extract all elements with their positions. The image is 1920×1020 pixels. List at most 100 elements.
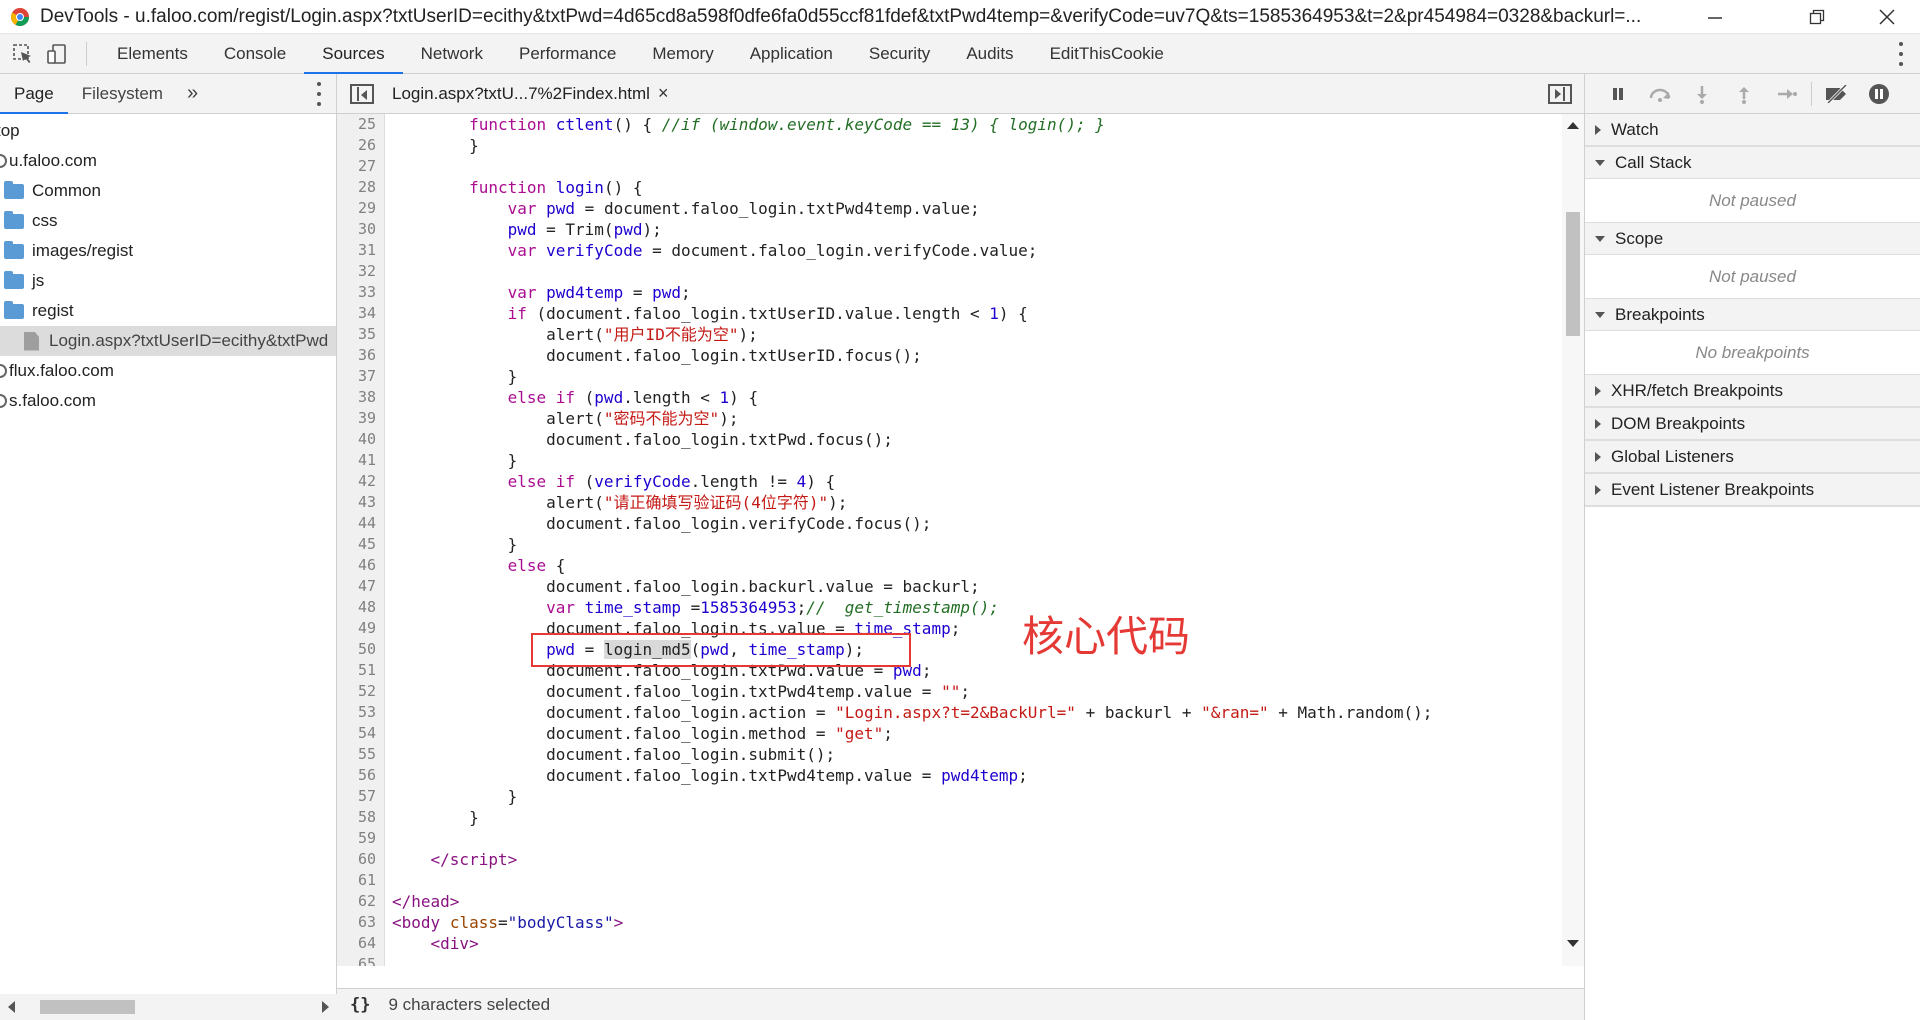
scroll-right-icon[interactable] — [322, 1001, 329, 1013]
navigator-scrollbar[interactable] — [0, 994, 337, 1020]
line-number[interactable]: 61 — [337, 870, 384, 891]
line-number[interactable]: 34 — [337, 303, 384, 324]
line-number[interactable]: 54 — [337, 723, 384, 744]
section-header-xhr-breakpoints[interactable]: XHR/fetch Breakpoints — [1585, 375, 1920, 407]
pretty-print-icon[interactable]: {} — [350, 995, 370, 1015]
minimize-icon[interactable] — [1686, 0, 1744, 34]
line-number[interactable]: 59 — [337, 828, 384, 849]
line-number[interactable]: 47 — [337, 576, 384, 597]
restore-icon[interactable] — [1788, 0, 1846, 34]
tab-security[interactable]: Security — [851, 34, 948, 74]
line-number[interactable]: 26 — [337, 135, 384, 156]
pause-on-exceptions-icon[interactable] — [1858, 74, 1900, 114]
line-number[interactable]: 46 — [337, 555, 384, 576]
inspect-element-icon[interactable] — [8, 39, 38, 69]
line-number[interactable]: 32 — [337, 261, 384, 282]
line-number[interactable]: 41 — [337, 450, 384, 471]
line-number[interactable]: 28 — [337, 177, 384, 198]
line-number[interactable]: 57 — [337, 786, 384, 807]
section-header-global-listeners[interactable]: Global Listeners — [1585, 441, 1920, 473]
line-number[interactable]: 29 — [337, 198, 384, 219]
tab-elements[interactable]: Elements — [99, 34, 206, 74]
section-header-event-listener-breakpoints[interactable]: Event Listener Breakpoints — [1585, 474, 1920, 506]
tab-sources[interactable]: Sources — [304, 34, 404, 74]
scroll-up-icon[interactable] — [1567, 122, 1579, 129]
more-tabs-icon[interactable]: » — [177, 82, 208, 105]
tab-network[interactable]: Network — [403, 34, 501, 74]
line-number[interactable]: 43 — [337, 492, 384, 513]
close-tab-icon[interactable]: × — [658, 83, 669, 104]
step-over-icon[interactable] — [1639, 74, 1681, 114]
line-number[interactable]: 35 — [337, 324, 384, 345]
line-number[interactable]: 64 — [337, 933, 384, 954]
line-number[interactable]: 36 — [337, 345, 384, 366]
line-number[interactable]: 60 — [337, 849, 384, 870]
tab-console[interactable]: Console — [206, 34, 304, 74]
line-number[interactable]: 53 — [337, 702, 384, 723]
line-number[interactable]: 55 — [337, 744, 384, 765]
editor-file-tab[interactable]: Login.aspx?txtU...7%2Findex.html × — [392, 83, 668, 104]
line-number[interactable]: 42 — [337, 471, 384, 492]
tab-page[interactable]: Page — [0, 74, 68, 114]
line-number[interactable]: 63 — [337, 912, 384, 933]
tree-item-js[interactable]: js — [0, 266, 336, 296]
line-number[interactable]: 31 — [337, 240, 384, 261]
editor-vertical-scrollbar[interactable] — [1562, 114, 1584, 966]
section-header-scope[interactable]: Scope — [1585, 223, 1920, 255]
tab-performance[interactable]: Performance — [501, 34, 634, 74]
scrollbar-thumb[interactable] — [1566, 212, 1580, 336]
code-area[interactable]: 25 26 27 28 29 30 31 32 33 34 35 36 37 3… — [337, 114, 1584, 966]
line-number[interactable]: 44 — [337, 513, 384, 534]
navigator-menu-icon[interactable] — [314, 82, 324, 106]
line-number[interactable]: 25 — [337, 114, 384, 135]
tree-item-images-regist[interactable]: images/regist — [0, 236, 336, 266]
step-icon[interactable] — [1765, 74, 1807, 114]
toggle-debugger-icon[interactable] — [1548, 84, 1572, 104]
scroll-left-icon[interactable] — [8, 1001, 15, 1013]
tree-item-u-faloo[interactable]: u.faloo.com — [0, 146, 336, 176]
line-number[interactable]: 30 — [337, 219, 384, 240]
section-header-breakpoints[interactable]: Breakpoints — [1585, 299, 1920, 331]
line-number[interactable]: 48 — [337, 597, 384, 618]
line-number[interactable]: 56 — [337, 765, 384, 786]
device-toolbar-icon[interactable] — [42, 39, 72, 69]
tree-item-regist[interactable]: regist — [0, 296, 336, 326]
line-number[interactable]: 40 — [337, 429, 384, 450]
close-icon[interactable] — [1858, 0, 1916, 34]
tab-filesystem[interactable]: Filesystem — [68, 74, 177, 114]
line-number[interactable]: 33 — [337, 282, 384, 303]
line-number[interactable]: 49 — [337, 618, 384, 639]
line-number[interactable]: 62 — [337, 891, 384, 912]
line-number[interactable]: 65 — [337, 954, 384, 966]
pause-icon[interactable] — [1597, 74, 1639, 114]
tree-item-top[interactable]: top — [0, 116, 336, 146]
code-lines[interactable]: function ctlent() { //if (window.event.k… — [392, 114, 1542, 966]
tree-item-s-faloo[interactable]: s.faloo.com — [0, 386, 336, 416]
line-number[interactable]: 27 — [337, 156, 384, 177]
section-header-dom-breakpoints[interactable]: DOM Breakpoints — [1585, 408, 1920, 440]
line-number[interactable]: 51 — [337, 660, 384, 681]
step-out-icon[interactable] — [1723, 74, 1765, 114]
tab-application[interactable]: Application — [732, 34, 851, 74]
line-number[interactable]: 50 — [337, 639, 384, 660]
line-number[interactable]: 58 — [337, 807, 384, 828]
line-number[interactable]: 39 — [337, 408, 384, 429]
section-header-call-stack[interactable]: Call Stack — [1585, 147, 1920, 179]
tab-memory[interactable]: Memory — [634, 34, 731, 74]
tab-editthiscookie[interactable]: EditThisCookie — [1032, 34, 1182, 74]
tree-item-login-file[interactable]: Login.aspx?txtUserID=ecithy&txtPwd — [0, 326, 336, 356]
devtools-menu-icon[interactable] — [1896, 42, 1906, 66]
tree-item-css[interactable]: css — [0, 206, 336, 236]
line-number[interactable]: 52 — [337, 681, 384, 702]
section-header-watch[interactable]: Watch — [1585, 114, 1920, 146]
tree-item-common[interactable]: Common — [0, 176, 336, 206]
tree-item-flux-faloo[interactable]: flux.faloo.com — [0, 356, 336, 386]
scrollbar-thumb[interactable] — [40, 1000, 135, 1014]
toggle-navigator-icon[interactable] — [350, 83, 374, 104]
line-number[interactable]: 45 — [337, 534, 384, 555]
step-into-icon[interactable] — [1681, 74, 1723, 114]
tab-audits[interactable]: Audits — [948, 34, 1031, 74]
scroll-down-icon[interactable] — [1567, 940, 1579, 947]
line-number[interactable]: 38 — [337, 387, 384, 408]
line-number[interactable]: 37 — [337, 366, 384, 387]
